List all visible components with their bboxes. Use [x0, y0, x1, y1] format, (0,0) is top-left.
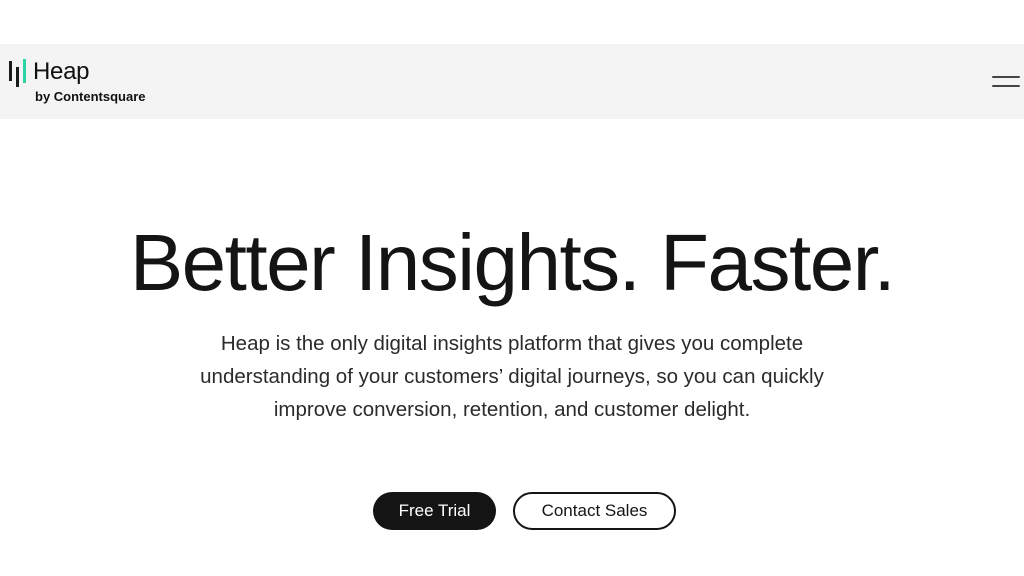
- hamburger-menu-icon[interactable]: [992, 76, 1020, 88]
- hero-description: Heap is the only digital insights platfo…: [200, 332, 824, 421]
- menu-line: [992, 76, 1020, 78]
- page-bottom-area: [0, 531, 1024, 576]
- logo-subtext: by Contentsquare: [35, 89, 146, 104]
- heap-logo-mark-icon: [9, 59, 26, 87]
- site-header: Heap by Contentsquare: [0, 44, 1024, 119]
- logo-wordmark: Heap: [33, 58, 90, 85]
- contact-sales-button[interactable]: Contact Sales: [513, 492, 676, 530]
- hero-title: Better Insights. Faster.: [129, 218, 896, 307]
- menu-line: [992, 85, 1020, 87]
- free-trial-button[interactable]: Free Trial: [373, 492, 496, 530]
